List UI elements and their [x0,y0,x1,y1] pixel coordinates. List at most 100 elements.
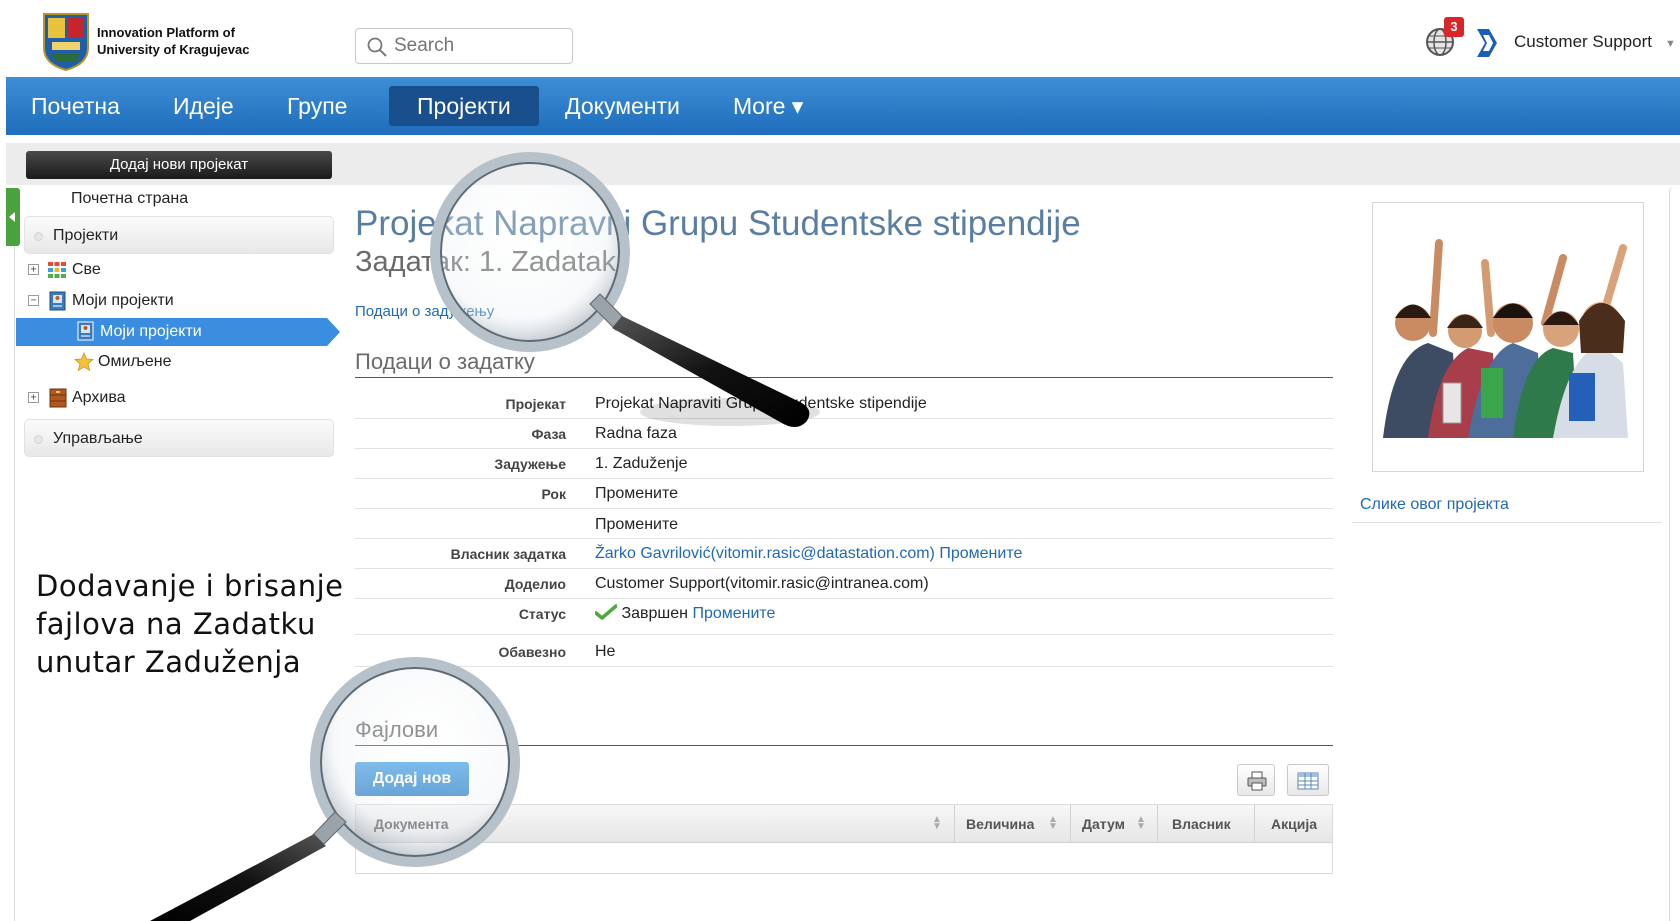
change-status-link[interactable]: Промените [692,605,775,622]
field-value-status: Завршен Промените [595,604,775,623]
table-view-button[interactable] [1287,764,1329,796]
left-border [14,246,15,921]
row-divider [355,634,1333,635]
column-size[interactable]: Величина [966,816,1034,832]
annotation-line: Dodavanje i brisanje [36,569,344,603]
assigned-by-link[interactable]: Customer Support(vitomir.rasic@intranea.… [595,575,929,593]
nav-documents[interactable]: Документи [565,77,680,135]
row-divider [355,538,1333,539]
section-divider [355,745,1333,746]
files-table: Документа ▲ ▼ Величина ▲ ▼ Датум ▲ ▼ Власни… [355,804,1333,874]
nav-projects[interactable]: Пројекти [389,86,539,126]
project-photos-link[interactable]: Слике овог пројекта [1360,496,1509,514]
annotation-line: fajlova na Zadatku [36,607,316,641]
notification-badge[interactable]: 3 [1444,17,1464,37]
field-label-phase: Фаза [531,426,566,442]
university-logo-icon[interactable] [42,12,90,72]
column-owner[interactable]: Власник [1172,816,1231,832]
right-panel-divider [1352,522,1662,523]
platform-name[interactable]: Innovation Platform of University of Kra… [97,24,249,58]
sidebar-section-projects[interactable]: Пројекти [24,216,334,254]
field-label-status: Статус [518,606,566,622]
row-divider [355,598,1333,599]
expand-plus-icon[interactable]: + [28,392,39,403]
row-divider [355,478,1333,479]
column-separator [1254,805,1255,843]
field-value-phase: Radna faza [595,425,677,442]
tree-item-my-projects-selected[interactable]: Моји пројекти [16,318,340,346]
search-input[interactable] [394,34,566,58]
tree-label-my-projects-selected: Моји пројекти [100,323,202,340]
add-file-button[interactable]: Додај нов [355,762,469,796]
sidebar-collapse-tab[interactable] [6,188,20,246]
task-title: Задатак: 1. Zadatak [355,246,616,278]
files-table-header: Документа ▲ ▼ Величина ▲ ▼ Датум ▲ ▼ Власни… [356,805,1332,843]
row-divider [355,418,1333,419]
tutorial-annotation: Dodavanje i brisanje fajlova na Zadatku … [36,567,344,681]
nav-more-dropdown[interactable]: More ▾ [733,77,803,135]
project-photo[interactable] [1372,202,1644,472]
tree-label-my-projects: Моји пројекти [72,292,174,309]
tree-label-favorites: Омиљене [98,353,172,370]
print-button[interactable] [1237,764,1275,796]
field-label-assignment: Задужење [494,456,566,472]
assignment-details-link[interactable]: Подаци о задужењу [355,303,494,320]
collapse-minus-icon[interactable]: − [28,295,39,306]
field-label-assigned-by: Доделио [504,576,566,592]
sort-arrows-icon[interactable]: ▲ ▼ [932,815,942,832]
nav-ideas[interactable]: Идеје [173,77,234,135]
magnifier-glass-icon [150,657,520,921]
tree-item-my-projects[interactable]: − Моји пројекти [26,290,326,314]
row-divider [355,448,1333,449]
add-new-project-button[interactable]: Додај нови пројекат [26,151,332,179]
row-divider [355,568,1333,569]
checkmark-icon [595,604,617,620]
field-value-mandatory: Не [595,643,616,660]
sidebar-section-label: Управљање [53,430,143,447]
column-separator [954,805,955,843]
change-owner-link[interactable]: Промените [939,545,1022,562]
project-book-icon [77,321,94,341]
sidebar-home-link[interactable]: Почетна страна [71,190,188,208]
table-columns-icon [1297,772,1319,790]
sidebar-section-management[interactable]: Управљање [24,419,334,457]
nav-groups[interactable]: Групе [287,77,347,135]
tree-item-favorites[interactable]: Омиљене [26,351,326,375]
expand-plus-icon[interactable]: + [28,264,39,275]
field-value-assignment: 1. Zaduženje [595,455,688,472]
printer-icon [1247,771,1267,791]
field-label-deadline: Рок [541,486,566,502]
tree-item-archive[interactable]: + Архива [26,387,326,411]
archive-box-icon [49,388,67,408]
right-scrollbar[interactable] [1669,186,1680,921]
project-title: Projekat Napraviti Grupu Studentske stip… [355,204,1081,243]
field-label-project: Пројекат [505,396,567,412]
tree-item-all[interactable]: + Све [26,259,326,283]
column-action: Акција [1271,816,1318,832]
change-deadline-link[interactable]: Промените [595,485,678,503]
sort-arrows-icon[interactable]: ▲ ▼ [1136,815,1146,832]
column-date[interactable]: Датум [1082,816,1125,832]
column-documents[interactable]: Документа [374,816,449,832]
status-text: Завршен [621,605,688,622]
tree-label-archive: Архива [72,389,126,406]
row-divider [355,666,1333,667]
project-book-icon [49,291,66,311]
field-label-mandatory: Обавезно [498,644,567,660]
main-navigation: Почетна Идеје Групе Пројекти Документи M… [6,77,1680,135]
user-menu[interactable]: Customer Support [1514,32,1652,52]
change-link[interactable]: Промените [595,516,678,534]
section-bullet-icon [34,232,43,241]
platform-name-line1: Innovation Platform of [97,25,235,40]
sort-arrows-icon[interactable]: ▲ ▼ [1048,815,1058,832]
section-bullet-icon [34,435,43,444]
owner-link[interactable]: Žarko Gavrilović(vitomir.rasic@datastati… [595,545,935,562]
nav-home[interactable]: Почетна [31,77,120,135]
star-icon [74,352,94,372]
search-box[interactable] [355,28,573,64]
field-label-owner: Власник задатка [450,546,566,562]
column-separator [1070,805,1071,843]
files-heading: Фајлови [355,717,439,742]
user-menu-caret-icon[interactable]: ▼ [1665,38,1676,50]
task-details-heading: Подаци о задатку [355,349,535,374]
